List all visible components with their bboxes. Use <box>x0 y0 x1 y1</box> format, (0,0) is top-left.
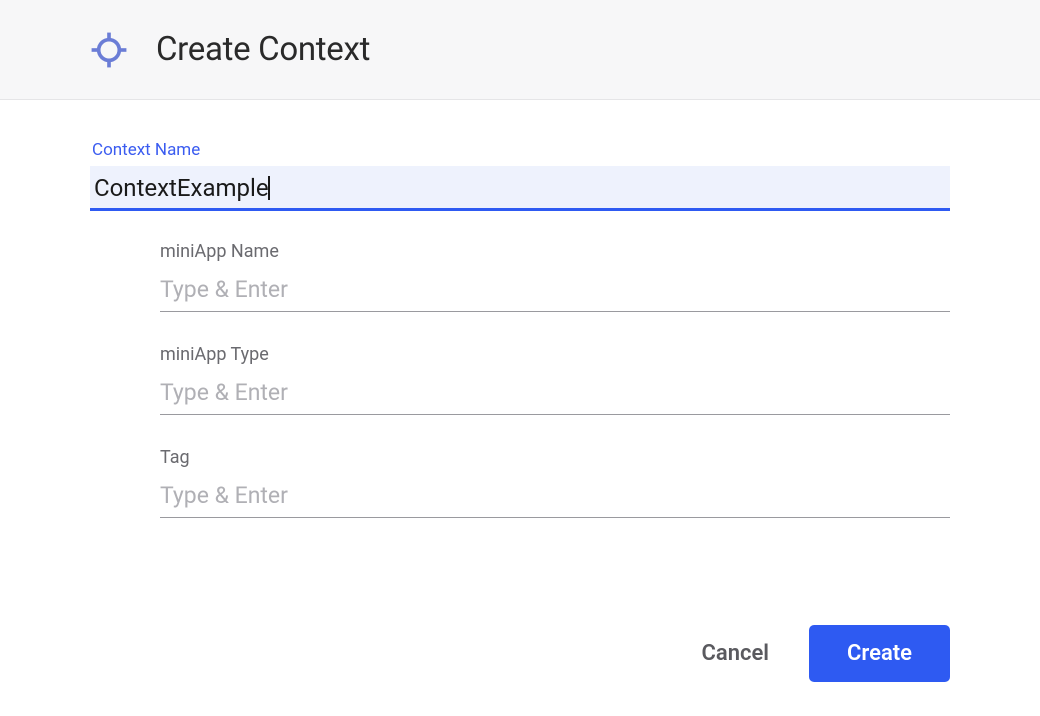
dialog-title: Create Context <box>156 30 370 69</box>
target-icon <box>90 31 128 69</box>
tag-label: Tag <box>160 447 950 468</box>
tag-input[interactable] <box>160 478 950 518</box>
miniapp-name-label: miniApp Name <box>160 241 950 262</box>
dialog-footer: Cancel Create <box>0 605 1040 716</box>
dialog-body: Context Name ContextExample miniApp Name… <box>0 100 1040 605</box>
context-name-label: Context Name <box>90 140 950 160</box>
context-name-input[interactable]: ContextExample <box>94 174 269 202</box>
dialog-header: Create Context <box>0 0 1040 100</box>
sub-fields-group: miniApp Name miniApp Type Tag <box>90 241 950 518</box>
context-name-input-wrapper[interactable]: ContextExample <box>90 166 950 211</box>
miniapp-type-field: miniApp Type <box>160 344 950 415</box>
miniapp-name-field: miniApp Name <box>160 241 950 312</box>
miniapp-name-input[interactable] <box>160 272 950 312</box>
cancel-button[interactable]: Cancel <box>692 633 780 674</box>
miniapp-type-input[interactable] <box>160 375 950 415</box>
create-button[interactable]: Create <box>809 625 950 682</box>
tag-field: Tag <box>160 447 950 518</box>
miniapp-type-label: miniApp Type <box>160 344 950 365</box>
context-name-field: Context Name ContextExample <box>90 140 950 211</box>
create-context-dialog: Create Context Context Name ContextExamp… <box>0 0 1040 716</box>
